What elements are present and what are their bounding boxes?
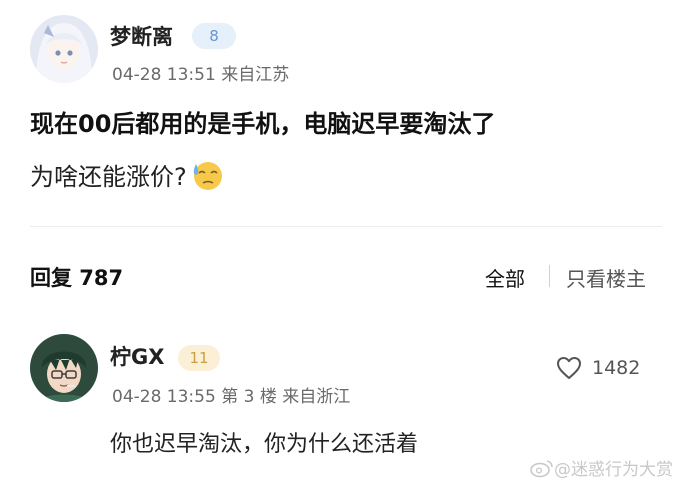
sweat-face-emoji-icon xyxy=(193,161,222,190)
post-body-text: 为啥还能涨价? xyxy=(30,163,187,191)
post-author-avatar[interactable] xyxy=(30,15,98,83)
post-body: 为啥还能涨价? xyxy=(30,157,223,192)
watermark-text: @迷惑行为大赏 xyxy=(554,460,673,480)
anime-avatar-icon xyxy=(30,15,98,83)
tab-all-replies[interactable]: 全部 xyxy=(485,263,525,292)
tab-separator xyxy=(549,265,550,287)
reply-author-level-badge: 11 xyxy=(178,345,220,371)
reply-text: 你也迟早淘汰，你为什么还活着 xyxy=(110,432,419,457)
watermark: @迷惑行为大赏 xyxy=(530,455,673,480)
weibo-logo-icon xyxy=(530,459,553,477)
post-author-name[interactable]: 梦断离 xyxy=(110,21,173,51)
reply-meta: 04-28 13:55 第 3 楼 来自浙江 xyxy=(112,387,351,407)
like-count: 1482 xyxy=(592,357,641,379)
like-button[interactable]: 1482 xyxy=(556,356,640,380)
section-divider xyxy=(30,226,662,227)
heart-icon xyxy=(557,357,581,379)
anime-avatar-icon xyxy=(30,334,98,402)
post-author-level-badge: 8 xyxy=(192,23,236,49)
reply-count: 回复 787 xyxy=(30,266,124,290)
reply-author-avatar[interactable] xyxy=(30,334,98,402)
post-meta: 04-28 13:51 来自江苏 xyxy=(112,65,290,85)
tab-op-only[interactable]: 只看楼主 xyxy=(566,263,646,292)
post-title: 现在00后都用的是手机，电脑迟早要淘汰了 xyxy=(30,110,496,138)
reply-author-name[interactable]: 柠GX xyxy=(110,341,164,371)
